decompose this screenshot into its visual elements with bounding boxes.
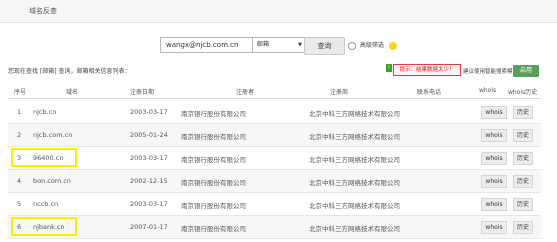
query-button[interactable]: 查询 [304,37,345,55]
info-icon: ! [386,64,392,72]
whois-button[interactable]: whois [481,221,507,234]
row-index: 4 [17,177,22,185]
table-header: 序号 域名 注册日期 注册者 注册商 联系电话 whois whois历史 [8,84,541,99]
advanced-filter[interactable]: 高级筛选 [348,40,397,50]
row-date: 2007-01-17 [130,223,168,231]
info-row: 您现在查找 [邮箱] 查询，邮箱相关信息列表： ! 提示：结果数据太少！ 建议使… [0,62,557,78]
whois-button[interactable]: whois [481,106,507,119]
history-button[interactable]: 历史 [513,106,533,119]
col-index: 序号 [14,89,27,96]
tip-message: 提示：结果数据太少！ [393,64,461,76]
row-registrar: 北京中科三方网络技术有限公司 [309,133,400,141]
history-button[interactable]: 历史 [513,198,533,211]
col-whois-history: whois历史 [508,89,538,96]
row-index: 5 [17,200,22,208]
row-registrant: 南京银行股份有限公司 [181,202,246,210]
row-domain[interactable]: nccb.cn [33,200,58,208]
row-date: 2003-03-17 [130,108,168,116]
row-domain[interactable]: njcb.cn [33,108,56,116]
col-phone: 联系电话 [417,89,442,96]
history-button[interactable]: 历史 [513,175,533,188]
row-date: 2002-12-15 [130,177,168,185]
row-index: 1 [17,108,22,116]
row-registrar: 北京中科三方网络技术有限公司 [309,156,400,164]
whois-button[interactable]: whois [481,175,507,188]
row-date: 2003-03-17 [130,154,168,162]
history-button[interactable]: 历史 [513,221,533,234]
search-row: wangx@njcb.com.cn 邮箱 ▼ 查询 高级筛选 [0,37,557,55]
table-row: 6 njbank.cn 2007-01-17 南京银行股份有限公司 北京中科三方… [8,216,541,239]
search-input[interactable]: wangx@njcb.com.cn [160,37,254,53]
col-reg-date: 注册日期 [130,89,155,96]
row-domain[interactable]: njcb.com.cn [33,131,72,139]
row-registrar: 北京中科三方网络技术有限公司 [309,179,400,187]
advanced-filter-label: 高级筛选 [359,42,384,49]
whois-button[interactable]: whois [481,129,507,142]
row-domain[interactable]: bon.com.cn [33,177,71,185]
emoji-face-icon [388,41,397,50]
advanced-filter-checkbox[interactable] [348,41,356,50]
highlight-box [11,217,77,236]
enable-smart-search-button[interactable]: 启用 [513,65,539,77]
col-whois: whois [479,87,497,94]
col-domain: 域名 [66,89,79,96]
table-row: 1 njcb.cn 2003-03-17 南京银行股份有限公司 北京中科三方网络… [8,101,541,124]
table-row: 5 nccb.cn 2003-03-17 南京银行股份有限公司 北京中科三方网络… [8,193,541,216]
col-registrar: 注册商 [330,89,349,96]
domain-reverse-lookup-page: 域名反查 wangx@njcb.com.cn 邮箱 ▼ 查询 高级筛选 您现在查… [0,0,557,242]
row-registrar: 北京中科三方网络技术有限公司 [309,110,400,118]
search-type-value: 邮箱 [257,41,270,48]
results-info-text: 您现在查找 [邮箱] 查询，邮箱相关信息列表： [8,68,131,75]
page-title: 域名反查 [29,7,57,15]
row-registrant: 南京银行股份有限公司 [181,133,246,141]
whois-button[interactable]: whois [481,198,507,211]
row-registrant: 南京银行股份有限公司 [181,156,246,164]
table-row: 4 bon.com.cn 2002-12-15 南京银行股份有限公司 北京中科三… [8,170,541,193]
chevron-down-icon: ▼ [298,42,302,48]
row-registrant: 南京银行股份有限公司 [181,110,246,118]
search-type-select[interactable]: 邮箱 ▼ [252,37,306,53]
table-row: 2 njcb.com.cn 2005-01-24 南京银行股份有限公司 北京中科… [8,124,541,147]
page-header: 域名反查 [0,0,557,23]
history-button[interactable]: 历史 [513,129,533,142]
row-index: 2 [17,131,22,139]
row-registrant: 南京银行股份有限公司 [181,225,246,233]
history-button[interactable]: 历史 [513,152,533,165]
row-date: 2005-01-24 [130,131,168,139]
row-registrar: 北京中科三方网络技术有限公司 [309,225,400,233]
highlight-box [11,148,77,167]
row-registrar: 北京中科三方网络技术有限公司 [309,202,400,210]
table-row: 3 96400.cn 2003-03-17 南京银行股份有限公司 北京中科三方网… [8,147,541,170]
row-date: 2003-03-17 [130,200,168,208]
row-registrant: 南京银行股份有限公司 [181,179,246,187]
whois-button[interactable]: whois [481,152,507,165]
tip-suggestion: 建议使用智能搜索模式 [463,69,519,75]
col-registrant: 注册者 [236,89,255,96]
